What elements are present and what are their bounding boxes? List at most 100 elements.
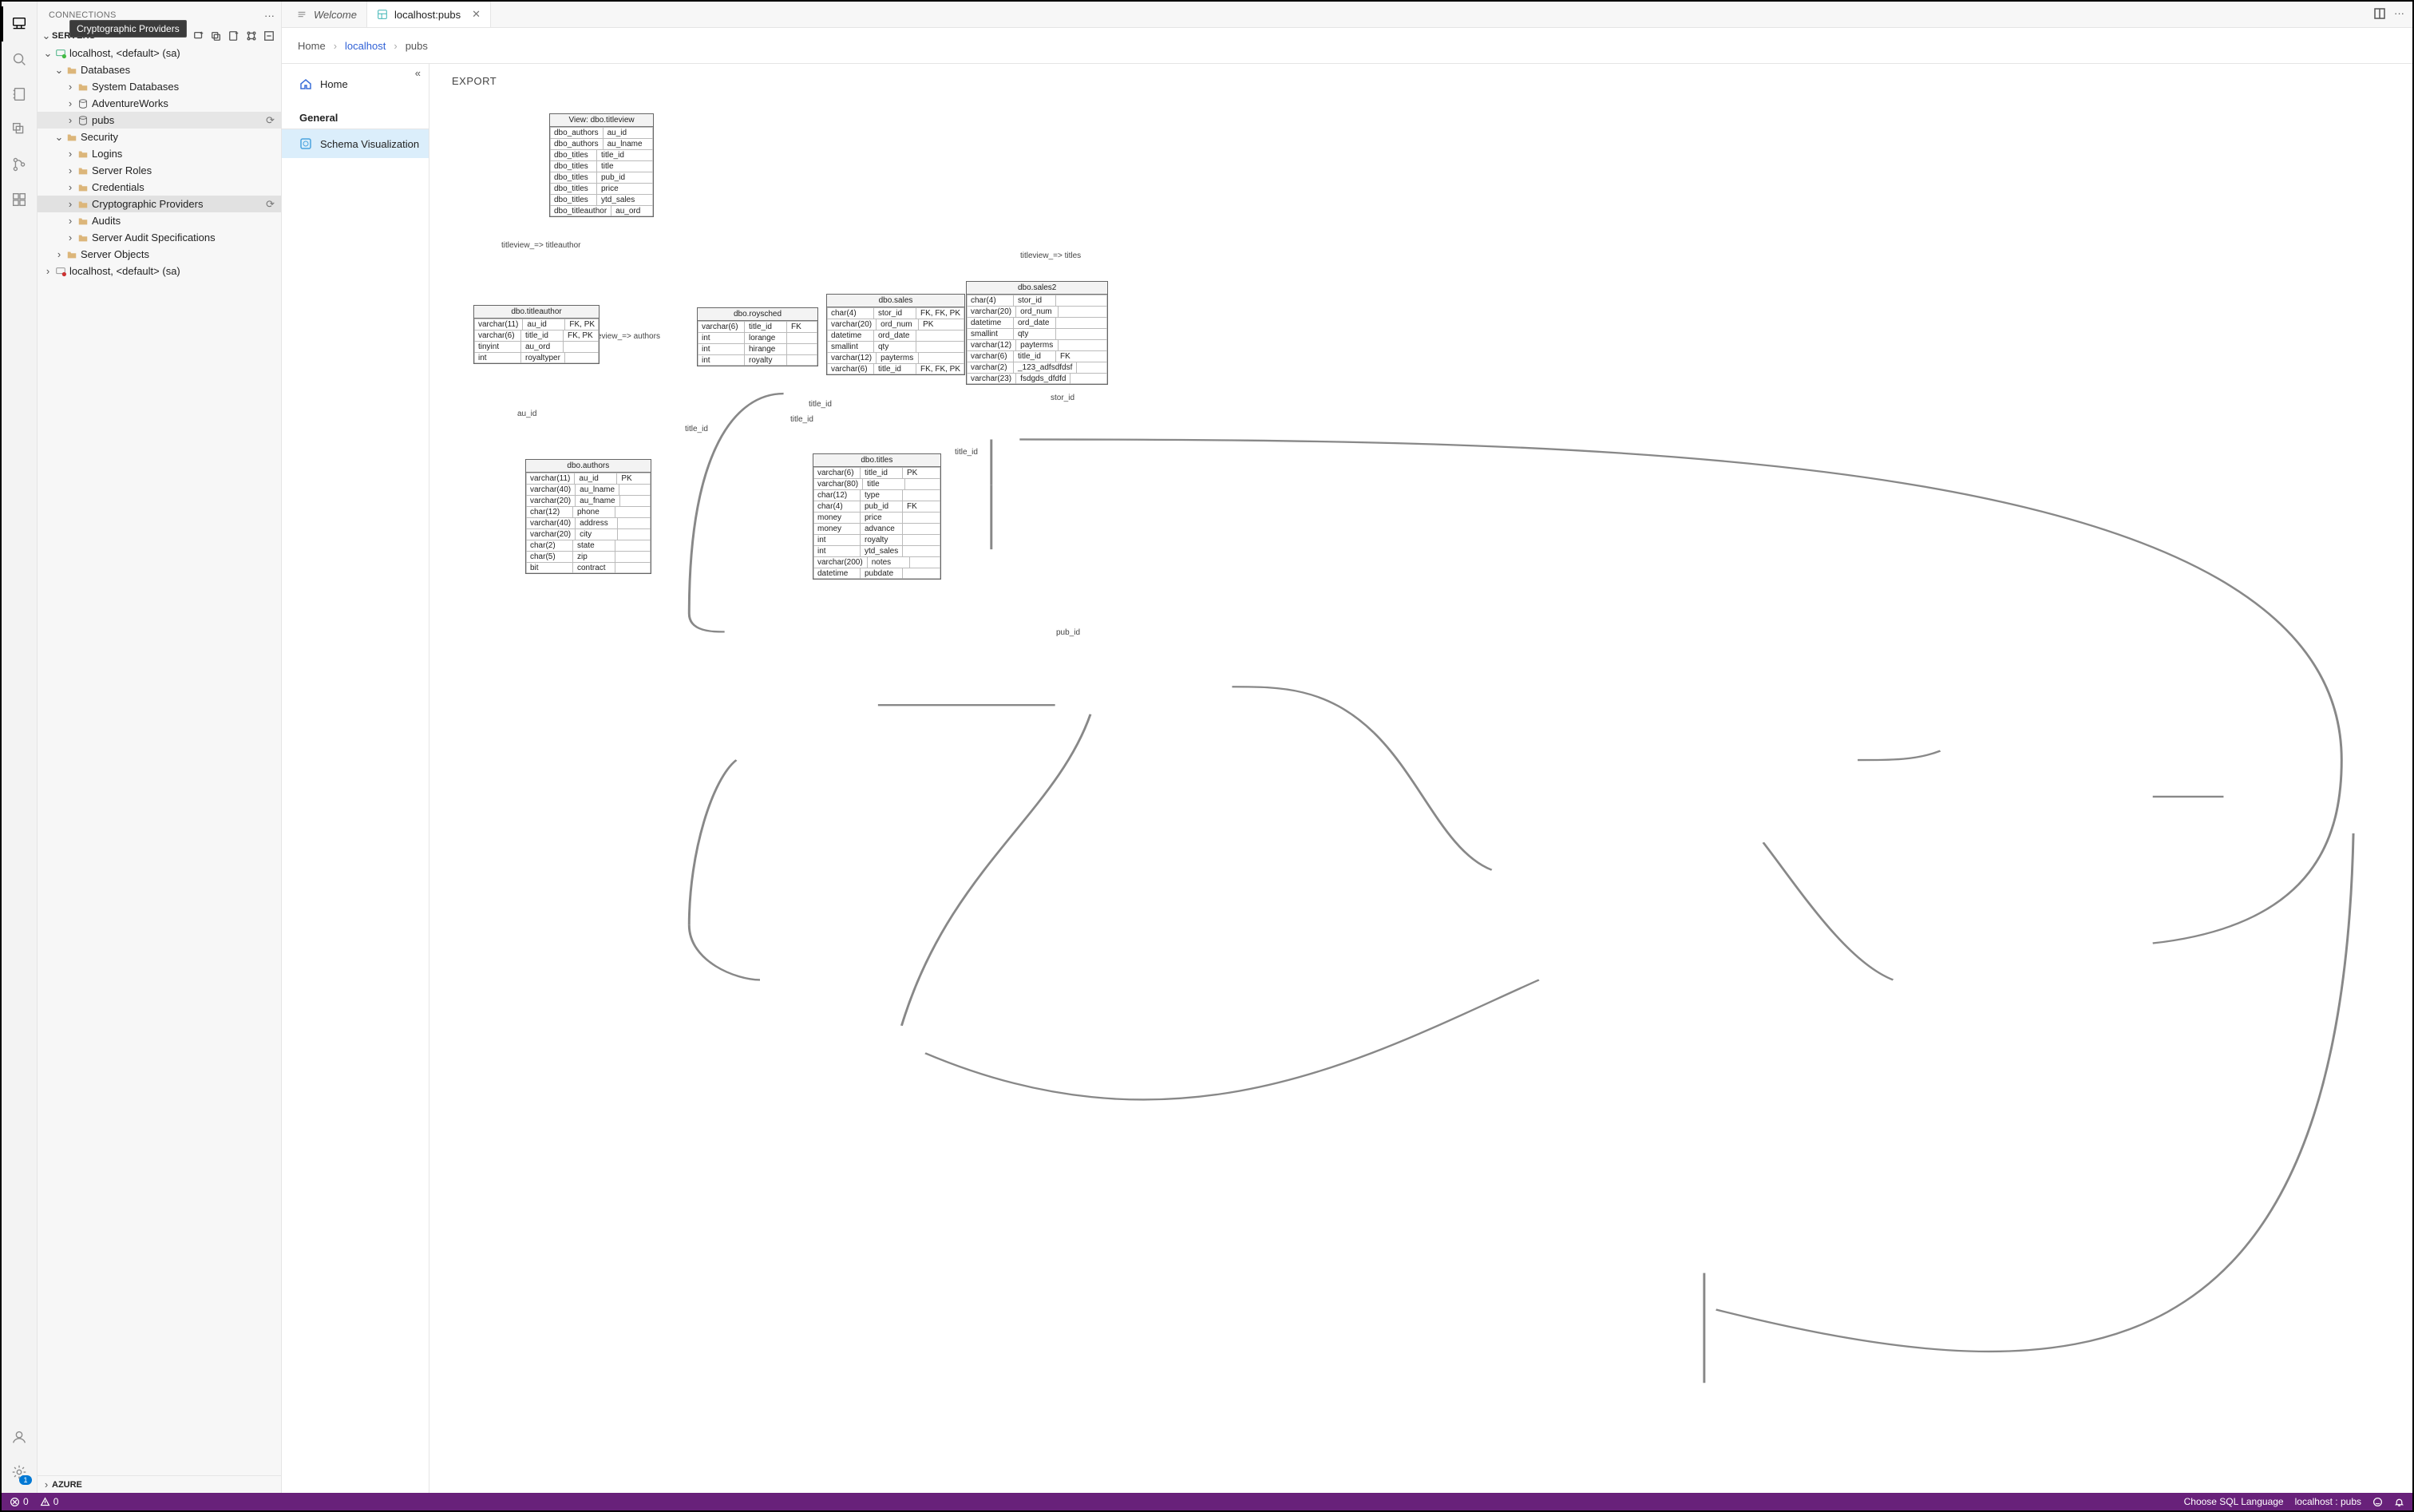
nav-home[interactable]: Home <box>282 70 429 97</box>
rel-label: stor_id <box>1051 394 1074 402</box>
folder-icon <box>65 249 79 260</box>
toolbar-new-group[interactable] <box>209 29 224 43</box>
refresh-icon[interactable]: ⟳ <box>266 114 275 127</box>
more-actions-icon[interactable]: ··· <box>2394 7 2404 22</box>
status-feedback-icon[interactable] <box>2372 1497 2383 1507</box>
collapse-nav-icon[interactable]: « <box>415 67 421 79</box>
activity-settings[interactable]: 1 <box>2 1455 37 1490</box>
activity-search[interactable] <box>2 42 37 77</box>
folder-icon <box>76 81 90 93</box>
section-azure[interactable]: › AZURE <box>38 1475 281 1493</box>
tab-welcome[interactable]: Welcome <box>282 2 367 27</box>
rel-label: pub_id <box>1056 628 1080 637</box>
crumb-localhost[interactable]: localhost <box>345 40 386 52</box>
table-row: smallintqty <box>827 341 964 352</box>
refresh-icon[interactable]: ⟳ <box>266 198 275 211</box>
table-row: smallintqty <box>967 328 1107 339</box>
table-cell: title_id <box>521 331 564 341</box>
toolbar-new-connection[interactable] <box>192 29 206 43</box>
table-cell: char(4) <box>827 308 874 319</box>
table-row: varchar(12)payterms <box>967 339 1107 350</box>
activity-account[interactable] <box>2 1419 37 1455</box>
table-cell: varchar(6) <box>967 351 1014 362</box>
table-cell <box>615 507 646 517</box>
status-errors[interactable]: 0 <box>10 1496 29 1507</box>
table-cell: tinyint <box>474 342 521 352</box>
table-row: dbo_titlesprice <box>550 183 653 194</box>
tree-server-roles[interactable]: › Server Roles <box>38 162 281 179</box>
table-authors[interactable]: dbo.authorsvarchar(11)au_idPKvarchar(40)… <box>525 459 651 574</box>
table-row: varchar(23)fsdgds_dfdfd <box>967 373 1107 384</box>
tab-label: Welcome <box>314 9 357 21</box>
folder-icon <box>65 132 79 143</box>
table-cell: varchar(6) <box>474 331 521 341</box>
activity-source-control[interactable] <box>2 147 37 182</box>
status-warnings[interactable]: 0 <box>40 1496 59 1507</box>
table-row: varchar(20)city <box>526 528 651 540</box>
table-cell: dbo_authors <box>550 128 604 138</box>
status-bell-icon[interactable] <box>2394 1497 2404 1507</box>
table-titleview[interactable]: View: dbo.titleviewdbo_authorsau_iddbo_a… <box>549 113 654 217</box>
table-row: datetimepubdate <box>813 568 940 579</box>
table-roysched[interactable]: dbo.royschedvarchar(6)title_idFKintloran… <box>697 307 818 366</box>
table-cell: FK <box>1056 351 1086 362</box>
tree-server-objects[interactable]: › Server Objects <box>38 246 281 263</box>
crumb-home[interactable]: Home <box>298 40 326 52</box>
relation-lines <box>429 64 2412 1493</box>
table-cell <box>1059 307 1089 317</box>
nav-schema-visualization[interactable]: Schema Visualization <box>282 129 429 158</box>
table-cell: varchar(11) <box>526 473 575 484</box>
activity-notebooks[interactable] <box>2 77 37 112</box>
tree-security[interactable]: ⌄ Security <box>38 129 281 145</box>
table-cell: au_fname <box>576 496 619 506</box>
table-cell: varchar(20) <box>967 307 1016 317</box>
status-connection[interactable]: localhost : pubs <box>2295 1496 2361 1507</box>
table-row: varchar(11)au_idPK <box>526 473 651 484</box>
tree-credentials[interactable]: › Credentials <box>38 179 281 196</box>
table-cell <box>916 331 947 341</box>
table-row: varchar(40)au_lname <box>526 484 651 495</box>
table-titleauthor[interactable]: dbo.titleauthorvarchar(11)au_idFK, PKvar… <box>473 305 600 364</box>
activity-extensions[interactable] <box>2 182 37 217</box>
status-language[interactable]: Choose SQL Language <box>2184 1496 2284 1507</box>
table-title: dbo.sales <box>827 295 964 307</box>
tree-server-1[interactable]: ⌄ localhost, <default> (sa) <box>38 45 281 61</box>
tree-logins[interactable]: › Logins <box>38 145 281 162</box>
rel-label: au_id <box>517 410 536 418</box>
table-title: dbo.sales2 <box>967 282 1107 295</box>
table-cell: ytd_sales <box>861 546 903 556</box>
table-cell: char(2) <box>526 540 573 551</box>
table-cell <box>615 563 646 573</box>
table-titles[interactable]: dbo.titlesvarchar(6)title_idPKvarchar(80… <box>813 453 941 580</box>
table-cell <box>1056 318 1086 328</box>
tree-adventureworks[interactable]: › AdventureWorks <box>38 95 281 112</box>
tab-localhost-pubs[interactable]: localhost:pubs ✕ <box>367 2 491 27</box>
toolbar-server-groups[interactable] <box>244 29 259 43</box>
tree-sysdb[interactable]: › System Databases <box>38 78 281 95</box>
table-sales[interactable]: dbo.saleschar(4)stor_idFK, FK, PKvarchar… <box>826 294 965 375</box>
rel-label: titleview_=> titles <box>1020 251 1081 260</box>
close-icon[interactable]: ✕ <box>472 8 481 21</box>
toolbar-new-query[interactable] <box>227 29 241 43</box>
table-cell: FK, PK <box>564 331 597 341</box>
table-title: View: dbo.titleview <box>550 114 653 127</box>
tree-databases[interactable]: ⌄ Databases <box>38 61 281 78</box>
tree-audits[interactable]: › Audits <box>38 212 281 229</box>
tree-pubs[interactable]: › pubs ⟳ <box>38 112 281 129</box>
activity-explorer[interactable] <box>2 112 37 147</box>
tree-sas[interactable]: › Server Audit Specifications <box>38 229 281 246</box>
table-cell: au_id <box>575 473 617 484</box>
tree-label: Credentials <box>90 181 144 193</box>
table-row: tinyintau_ord <box>474 341 599 352</box>
tree-server-2[interactable]: › localhost, <default> (sa) <box>38 263 281 279</box>
split-editor-icon[interactable] <box>2373 7 2386 22</box>
activity-connections[interactable] <box>2 6 37 42</box>
table-cell <box>1077 362 1107 373</box>
tree-crypto-providers[interactable]: › Cryptographic Providers ⟳ <box>38 196 281 212</box>
caret-right-icon: › <box>65 215 76 227</box>
toolbar-collapse[interactable] <box>262 29 276 43</box>
schema-canvas[interactable]: EXPORT <box>429 64 2412 1493</box>
panel-more-icon[interactable]: ··· <box>264 10 275 22</box>
table-cell <box>620 496 651 506</box>
table-sales2[interactable]: dbo.sales2char(4)stor_idvarchar(20)ord_n… <box>966 281 1108 385</box>
